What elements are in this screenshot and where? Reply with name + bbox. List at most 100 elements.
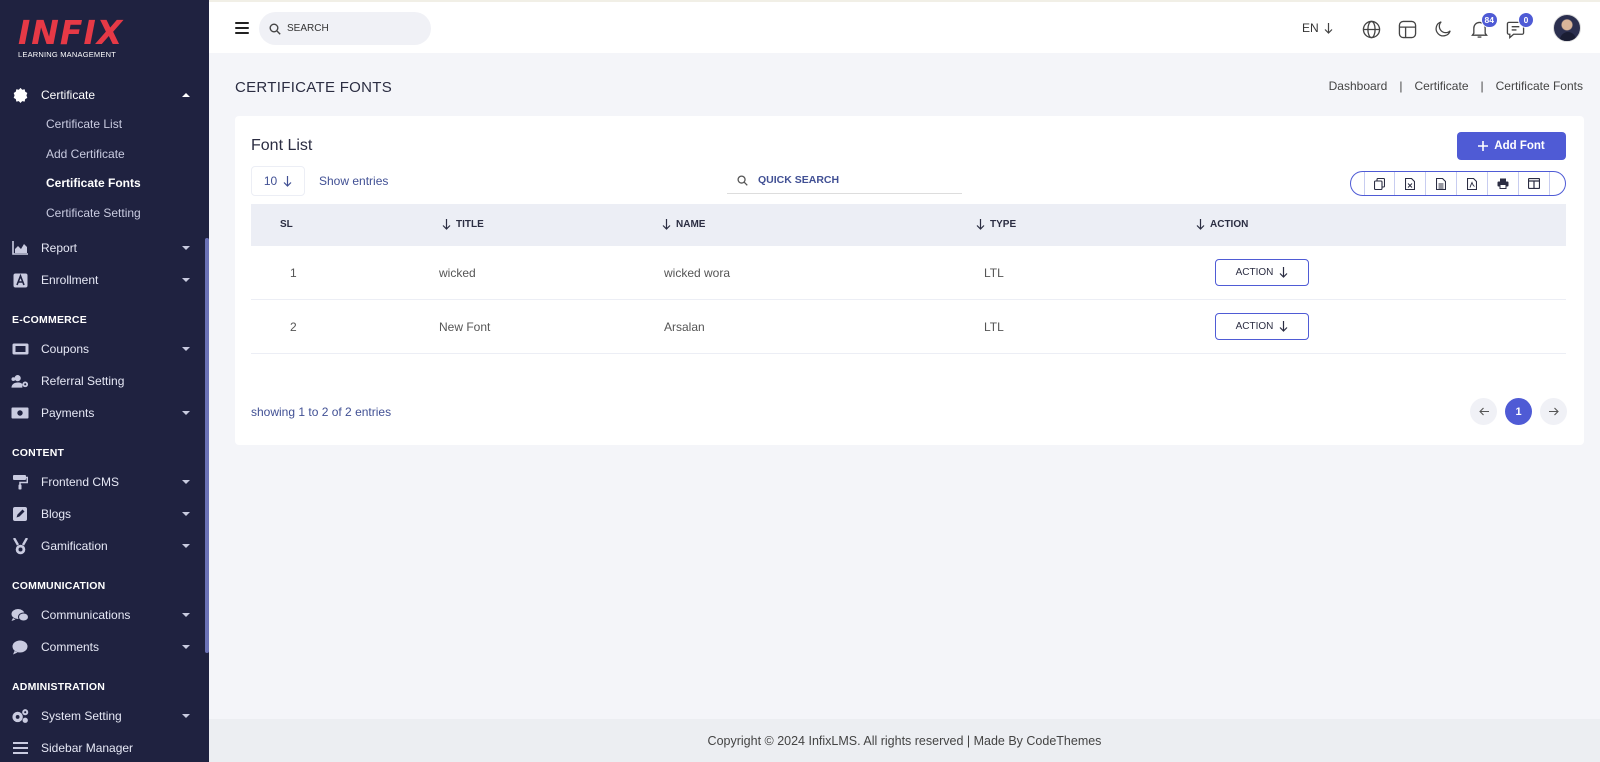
breadcrumb-certificate-fonts[interactable]: Certificate Fonts [1496, 79, 1583, 93]
moon-icon[interactable] [1432, 18, 1454, 40]
entries-select[interactable]: 10 [251, 166, 305, 196]
message-icon[interactable]: 0 [1504, 12, 1534, 40]
copy-icon [1374, 177, 1385, 190]
breadcrumb-certificate[interactable]: Certificate [1414, 79, 1468, 93]
nav-sidebar-manager[interactable]: Sidebar Manager [0, 734, 205, 762]
nav-coupons[interactable]: Coupons [0, 335, 205, 363]
chevron-down-icon [182, 544, 190, 548]
table-row: 1 wicked wicked wora LTL ACTION [251, 246, 1566, 300]
cell-sl: 2 [290, 320, 297, 334]
logo-tagline: LEARNING MANAGEMENT [18, 50, 116, 59]
sub-certificate-fonts[interactable]: Certificate Fonts [46, 176, 141, 190]
chevron-down-icon [182, 347, 190, 351]
comment-icon [11, 639, 29, 655]
arrow-down-icon [1279, 321, 1288, 332]
logo[interactable]: INFIX LEARNING MANAGEMENT [18, 14, 123, 60]
medal-icon [11, 537, 29, 554]
sub-certificate-setting[interactable]: Certificate Setting [46, 206, 141, 220]
breadcrumb-dashboard[interactable]: Dashboard [1329, 79, 1388, 93]
nav-system-setting[interactable]: System Setting [0, 702, 205, 730]
columns-icon [1528, 178, 1540, 189]
nav-payments-label: Payments [41, 406, 95, 420]
columns-button[interactable] [1519, 172, 1550, 195]
chart-area-icon [11, 240, 29, 256]
chevron-down-icon [182, 613, 190, 617]
prev-page-button[interactable] [1470, 398, 1497, 425]
excel-button[interactable] [1395, 172, 1426, 195]
cell-type: LTL [984, 266, 1004, 280]
enrollment-icon [11, 272, 29, 288]
bell-icon[interactable]: 84 [1468, 12, 1498, 40]
nav-blogs[interactable]: Blogs [0, 500, 205, 528]
language-select[interactable]: EN [1302, 21, 1333, 35]
copy-button[interactable] [1364, 172, 1395, 195]
nav-blogs-label: Blogs [41, 507, 72, 521]
ticket-icon [11, 341, 29, 357]
quick-search[interactable] [727, 167, 962, 194]
col-sl[interactable]: SL [280, 219, 293, 230]
print-button[interactable] [1488, 172, 1519, 195]
nav-comments-label: Comments [41, 640, 100, 654]
section-communication: COMMUNICATION [12, 580, 106, 592]
globe-icon[interactable] [1360, 18, 1382, 40]
sub-add-certificate[interactable]: Add Certificate [46, 147, 125, 161]
col-title[interactable]: TITLE [442, 219, 484, 230]
sort-icon [662, 219, 671, 230]
table-header: SL TITLE NAME TYPE ACTION [251, 204, 1566, 246]
quick-search-input[interactable] [758, 174, 938, 186]
nav-system-setting-label: System Setting [41, 709, 122, 723]
sub-certificate-list[interactable]: Certificate List [46, 117, 122, 131]
top-header: EN 84 0 [209, 0, 1600, 53]
nav-report[interactable]: Report [0, 234, 205, 262]
nav-referral-setting[interactable]: Referral Setting [0, 367, 205, 395]
col-type[interactable]: TYPE [976, 219, 1016, 230]
file-excel-icon [1405, 177, 1415, 190]
font-table: SL TITLE NAME TYPE ACTION 1 wicked wicke… [251, 204, 1566, 354]
chevron-down-icon [182, 411, 190, 415]
nav-comments[interactable]: Comments [0, 633, 205, 661]
nav-coupons-label: Coupons [41, 342, 90, 356]
sort-icon [442, 219, 451, 230]
nav-sidebar-manager-label: Sidebar Manager [41, 741, 134, 755]
col-title-label: TITLE [456, 219, 484, 230]
action-dropdown-button[interactable]: ACTION [1215, 259, 1309, 286]
nav-frontend-cms-label: Frontend CMS [41, 475, 120, 489]
cell-name: Arsalan [664, 320, 705, 334]
layout-icon[interactable] [1396, 18, 1418, 40]
chevron-down-icon [182, 246, 190, 250]
notification-badge: 84 [1480, 12, 1498, 28]
col-name[interactable]: NAME [662, 219, 705, 230]
search-icon [269, 23, 281, 35]
search-icon [737, 174, 748, 186]
page-button-current[interactable]: 1 [1505, 398, 1532, 425]
search-input[interactable] [287, 23, 407, 34]
nav-gamification[interactable]: Gamification [0, 532, 205, 560]
col-action[interactable]: ACTION [1196, 219, 1248, 230]
section-content: CONTENT [12, 447, 65, 459]
chevron-up-icon [182, 93, 190, 97]
nav-certificate[interactable]: Certificate [0, 81, 205, 109]
cogs-icon [11, 708, 29, 724]
avatar[interactable] [1553, 14, 1581, 42]
sidebar-scrollbar[interactable] [205, 238, 209, 653]
pagination-info: showing 1 to 2 of 2 entries [251, 405, 392, 419]
col-sl-label: SL [280, 219, 293, 230]
pagination: 1 [1470, 398, 1567, 425]
nav-enrollment[interactable]: Enrollment [0, 266, 205, 294]
nav-payments[interactable]: Payments [0, 399, 205, 427]
nav-communications[interactable]: Communications [0, 601, 205, 629]
add-font-button[interactable]: Add Font [1457, 132, 1566, 160]
header-search[interactable] [259, 12, 431, 45]
sort-icon [976, 219, 985, 230]
csv-button[interactable] [1426, 172, 1457, 195]
action-dropdown-button[interactable]: ACTION [1215, 313, 1309, 340]
next-page-button[interactable] [1540, 398, 1567, 425]
certificate-icon [11, 87, 29, 103]
export-buttons [1350, 171, 1566, 196]
chevron-down-icon [182, 480, 190, 484]
footer: Copyright © 2024 InfixLMS. All rights re… [209, 719, 1600, 762]
pdf-button[interactable] [1457, 172, 1488, 195]
nav-frontend-cms[interactable]: Frontend CMS [0, 468, 205, 496]
menu-toggle-icon[interactable] [235, 22, 249, 34]
font-list-card: Font List Add Font 10 Show entries QUICK… [235, 116, 1584, 445]
